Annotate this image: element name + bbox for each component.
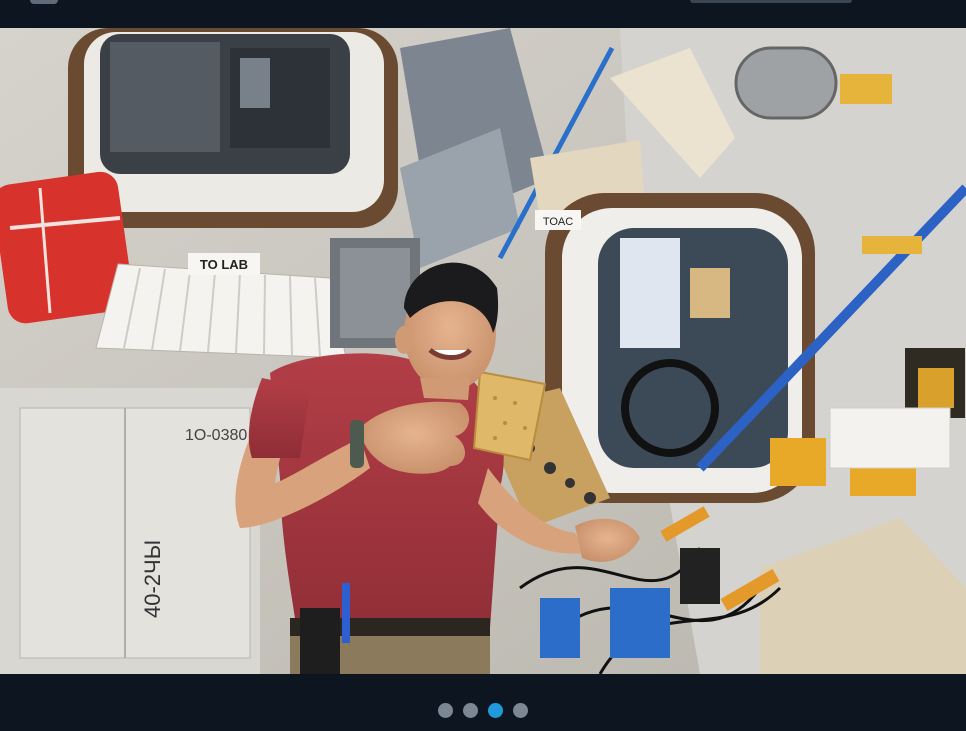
label-hatch-left: 40-2ЧЫ bbox=[140, 540, 165, 618]
slideshow-image[interactable]: TO LAB TOAC 1O-0380 40-2ЧЫ bbox=[0, 28, 966, 674]
carousel-controls bbox=[0, 674, 966, 731]
carousel-dot-1[interactable] bbox=[438, 702, 453, 718]
carousel-dot-4[interactable] bbox=[513, 702, 528, 718]
carousel-dots bbox=[0, 702, 966, 718]
astronaut-photo: TO LAB TOAC 1O-0380 40-2ЧЫ bbox=[0, 28, 966, 674]
search-pill[interactable] bbox=[690, 0, 852, 3]
carousel-dot-3[interactable] bbox=[488, 702, 503, 718]
sign-to-lab: TO LAB bbox=[200, 257, 248, 272]
carousel-dot-2[interactable] bbox=[463, 702, 478, 718]
label-toac: TOAC bbox=[543, 216, 573, 228]
page: TO LAB TOAC 1O-0380 40-2ЧЫ bbox=[0, 0, 966, 731]
label-stowage: 1O-0380 bbox=[185, 427, 247, 444]
agency-logo-icon[interactable] bbox=[30, 0, 58, 4]
top-bar bbox=[0, 0, 966, 28]
